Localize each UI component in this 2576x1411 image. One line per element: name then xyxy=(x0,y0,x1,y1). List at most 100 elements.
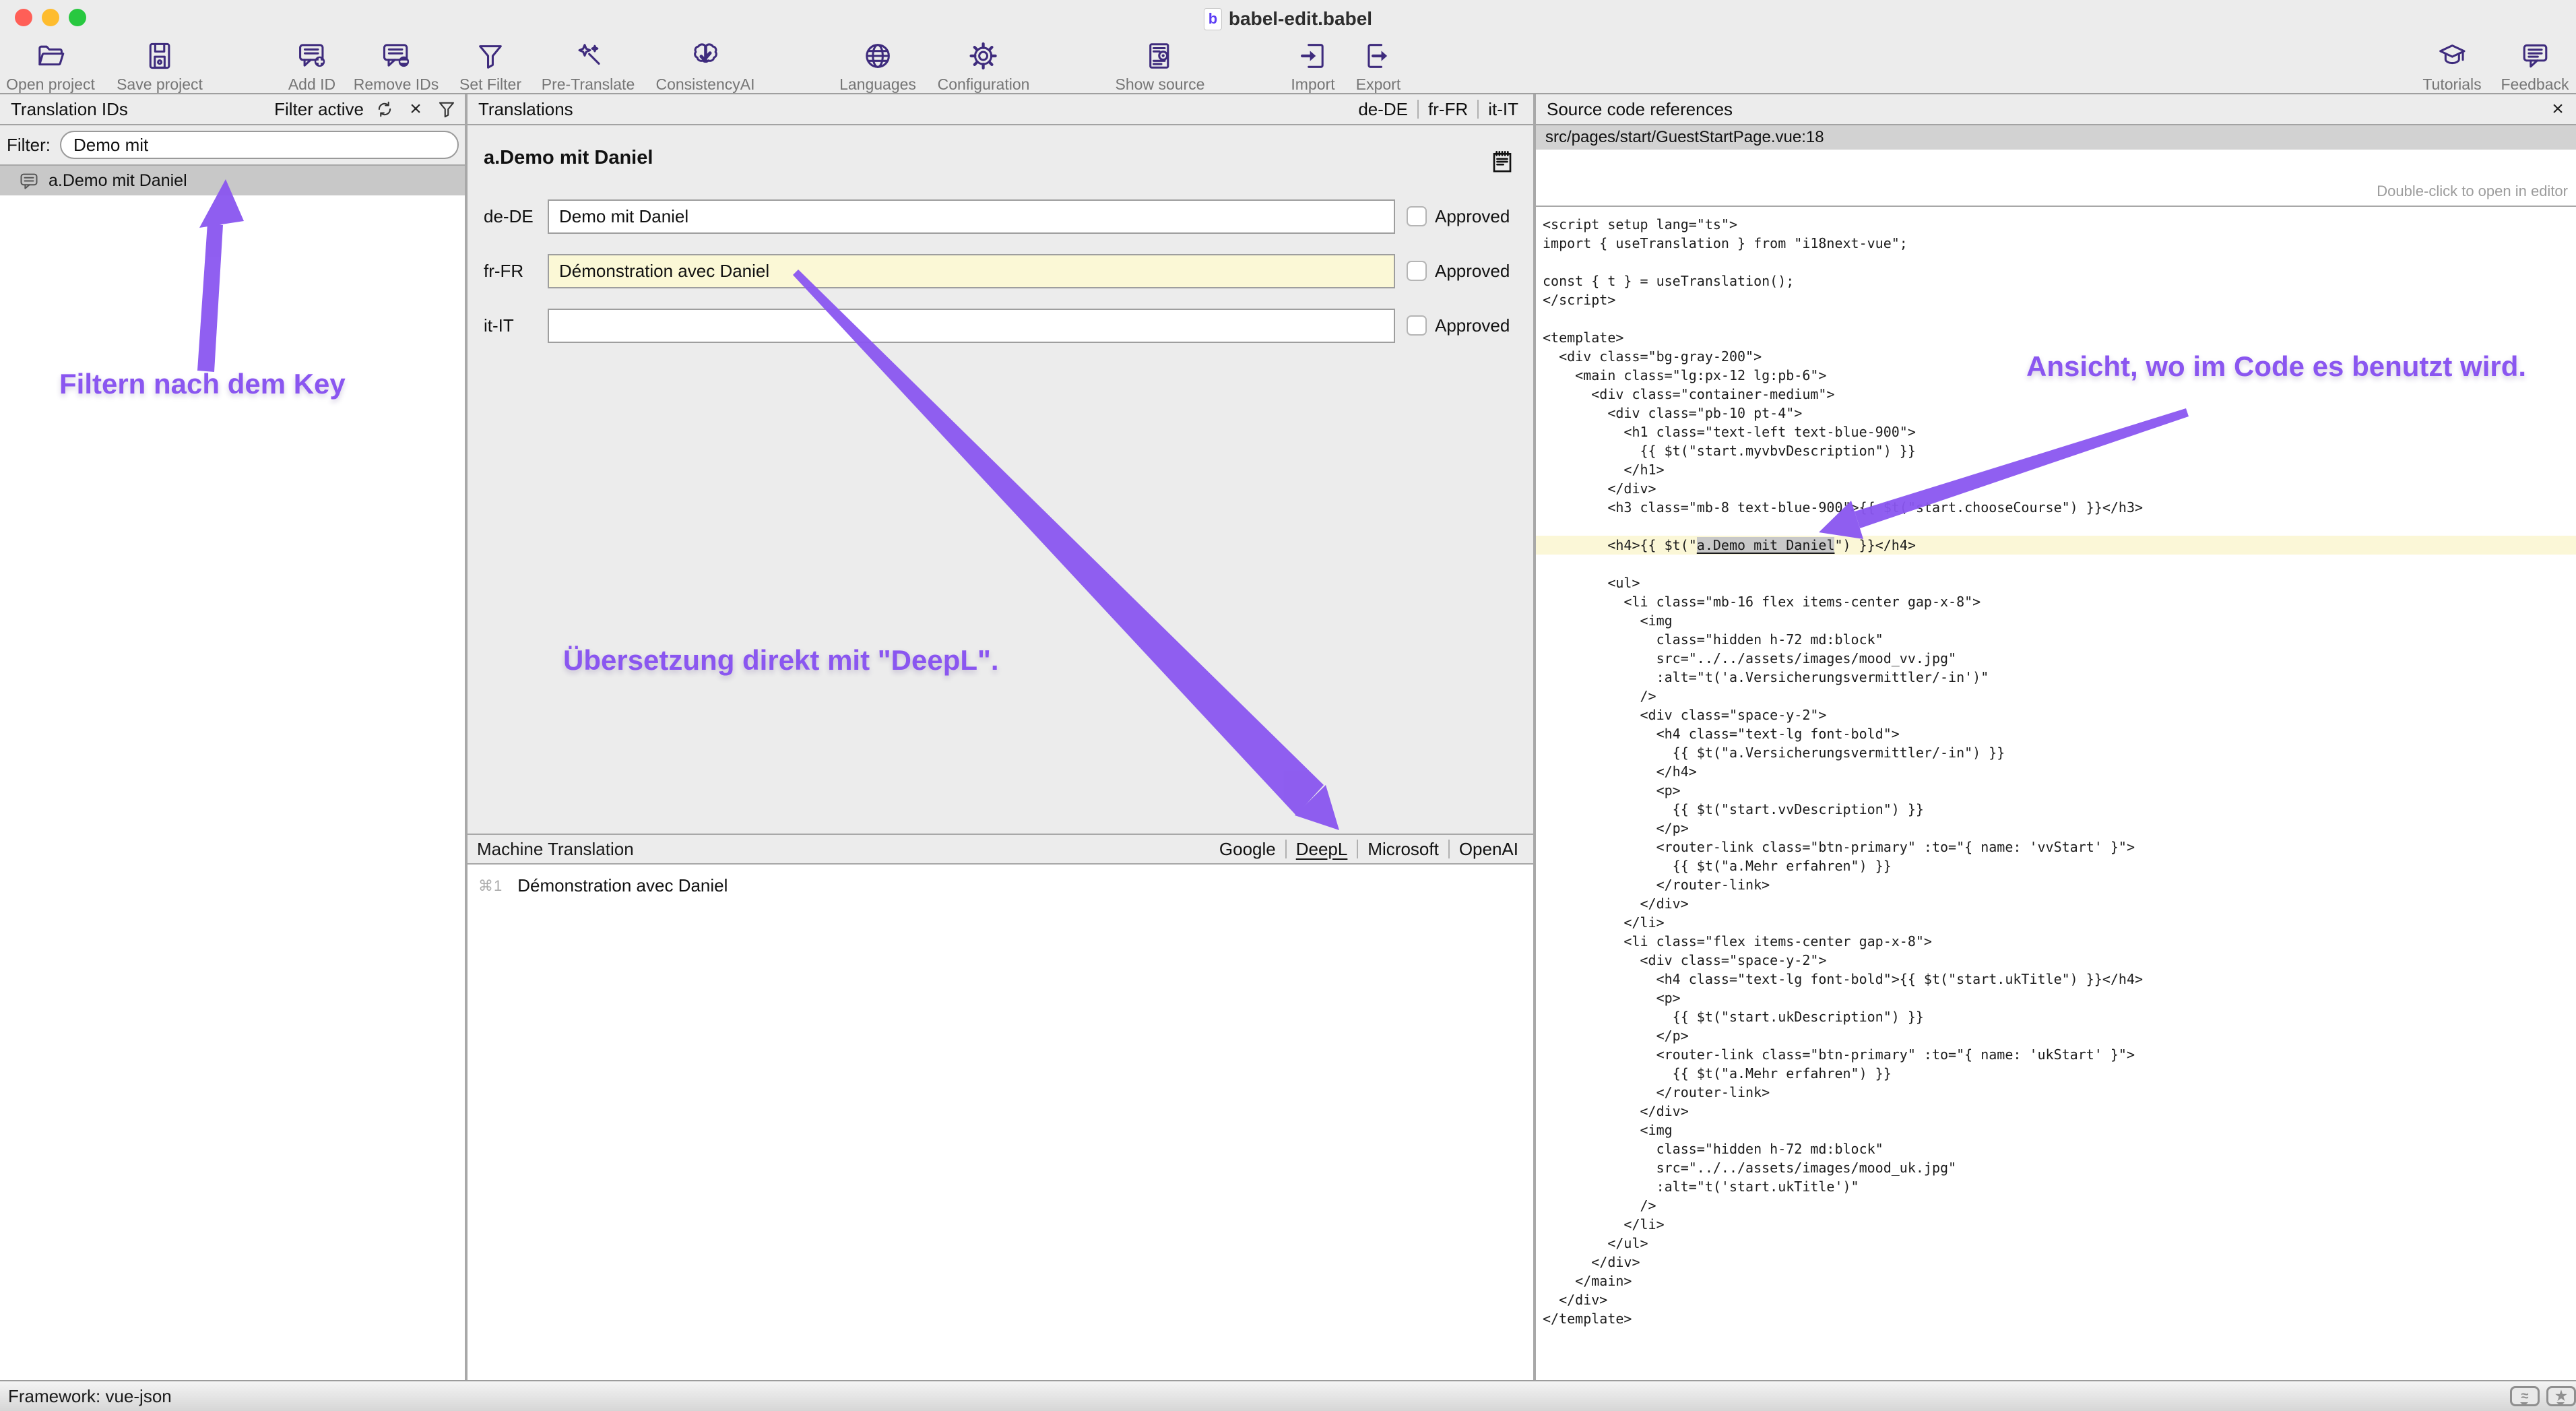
toolbar-button-pre-translate[interactable]: Pre-Translate xyxy=(542,40,635,94)
code-line: <div class="pb-10 pt-4"> xyxy=(1536,404,2576,422)
zoom-window-button[interactable] xyxy=(69,9,86,26)
translation-id-label: a.Demo mit Daniel xyxy=(49,171,187,191)
translation-input-it-it[interactable] xyxy=(548,309,1395,343)
code-line: {{ $t("start.ukDescription") }} xyxy=(1536,1007,2576,1026)
code-line xyxy=(1536,517,2576,536)
language-tab-fr-fr[interactable]: fr-FR xyxy=(1419,99,1477,120)
toolbar-button-label: Pre-Translate xyxy=(542,75,635,94)
toolbar-button-label: Languages xyxy=(839,75,916,94)
code-line: </router-link> xyxy=(1536,875,2576,894)
panel-splitter-right[interactable] xyxy=(1533,94,1536,1380)
toolbar-button-open-project[interactable]: Open project xyxy=(6,40,95,94)
panel-splitter-left[interactable] xyxy=(465,94,468,1380)
mt-suggestion-row[interactable]: ⌘1 Démonstration avec Daniel xyxy=(468,865,1533,896)
clear-filter-icon[interactable]: × xyxy=(406,99,426,119)
provider-tab-google[interactable]: Google xyxy=(1210,839,1285,860)
filter-row: Filter: xyxy=(0,125,465,166)
code-line: </div> xyxy=(1536,1102,2576,1121)
language-label: it-IT xyxy=(484,309,544,343)
code-line: <p> xyxy=(1536,989,2576,1007)
filter-input[interactable] xyxy=(60,131,459,159)
code-line: </p> xyxy=(1536,819,2576,838)
language-tab-de-de[interactable]: de-DE xyxy=(1349,99,1417,120)
code-line: <p> xyxy=(1536,781,2576,800)
toolbar-button-label: Configuration xyxy=(938,75,1030,94)
code-line: /> xyxy=(1536,687,2576,706)
code-line: <ul> xyxy=(1536,573,2576,592)
toolbar-button-add-id[interactable]: Add ID xyxy=(288,40,335,94)
code-line: </main> xyxy=(1536,1272,2576,1290)
status-bar: Framework: vue-json ≈ ★ xyxy=(0,1380,2576,1411)
code-line: <div class="container-medium"> xyxy=(1536,385,2576,404)
translations-title: Translations xyxy=(468,99,573,120)
toolbar-button-configuration[interactable]: Configuration xyxy=(938,40,1030,94)
toolbar-button-tutorials[interactable]: Tutorials xyxy=(2422,40,2481,94)
code-line: </li> xyxy=(1536,1215,2576,1234)
code-line: </div> xyxy=(1536,894,2576,913)
provider-tab-openai[interactable]: OpenAI xyxy=(1450,839,1528,860)
code-line: {{ $t("a.Mehr erfahren") }} xyxy=(1536,1064,2576,1083)
code-line: <div class="space-y-2"> xyxy=(1536,706,2576,724)
titlebar-toolbar: b babel-edit.babel Open projectSave proj… xyxy=(0,0,2576,94)
translations-header: Translations de-DEfr-FRit-IT xyxy=(468,94,1533,125)
toolbar-button-show-source[interactable]: Show source xyxy=(1116,40,1205,94)
toolbar-button-remove-ids[interactable]: Remove IDs xyxy=(354,40,439,94)
annotation-filter-text: Filtern nach dem Key xyxy=(59,368,346,400)
close-window-button[interactable] xyxy=(15,9,32,26)
remove-ids-icon xyxy=(354,40,439,74)
toolbar-button-consistencyai[interactable]: ConsistencyAI xyxy=(655,40,754,94)
wave-badge-icon[interactable]: ≈ xyxy=(2510,1386,2540,1406)
languages-icon xyxy=(839,40,916,74)
translation-input-fr-fr[interactable] xyxy=(548,254,1395,288)
document-icon: b xyxy=(1204,8,1222,30)
filter-funnel-icon[interactable] xyxy=(437,99,457,119)
toolbar-button-export[interactable]: Export xyxy=(1356,40,1400,94)
provider-tabs: GoogleDeepLMicrosoftOpenAI xyxy=(1210,839,1533,860)
source-reference-row[interactable]: src/pages/start/GuestStartPage.vue:18 xyxy=(1536,125,2576,150)
code-line-highlighted: <h4>{{ $t("a.Demo mit Daniel") }}</h4> xyxy=(1536,536,2576,555)
language-tab-it-it[interactable]: it-IT xyxy=(1479,99,1528,120)
save-project-icon xyxy=(117,40,203,74)
code-line: <h4 class="text-lg font-bold">{{ $t("sta… xyxy=(1536,970,2576,989)
approved-checkbox[interactable] xyxy=(1407,315,1427,336)
notepad-icon[interactable] xyxy=(1489,148,1516,175)
toolbar-button-languages[interactable]: Languages xyxy=(839,40,916,94)
refresh-icon[interactable] xyxy=(375,99,395,119)
toolbar-button-import[interactable]: Import xyxy=(1291,40,1334,94)
filter-active-label: Filter active xyxy=(274,99,364,120)
toolbar-button-label: Feedback xyxy=(2501,75,2569,94)
code-line: {{ $t("a.Versicherungsvermittler/-in") }… xyxy=(1536,743,2576,762)
configuration-icon xyxy=(938,40,1030,74)
machine-translation-header: Machine Translation GoogleDeepLMicrosoft… xyxy=(468,834,1533,865)
code-line: src="../../assets/images/mood_vv.jpg" xyxy=(1536,649,2576,668)
toolbar-button-feedback[interactable]: Feedback xyxy=(2501,40,2569,94)
approved-label: Approved xyxy=(1435,254,1510,288)
code-line: const { t } = useTranslation(); xyxy=(1536,272,2576,290)
code-line: src="../../assets/images/mood_uk.jpg" xyxy=(1536,1158,2576,1177)
toolbar-button-label: Open project xyxy=(6,75,95,94)
approved-checkbox[interactable] xyxy=(1407,261,1427,281)
provider-tab-deepl[interactable]: DeepL xyxy=(1287,839,1357,860)
feedback-icon xyxy=(2501,40,2569,74)
highlighted-translation-key: a.Demo mit Daniel xyxy=(1697,537,1835,553)
import-icon xyxy=(1291,40,1334,74)
toolbar-button-set-filter[interactable]: Set Filter xyxy=(459,40,521,94)
toolbar-button-label: Tutorials xyxy=(2422,75,2481,94)
code-line: </script> xyxy=(1536,290,2576,309)
translation-id-item[interactable]: a.Demo mit Daniel xyxy=(0,166,465,195)
code-listing[interactable]: <script setup lang="ts">import { useTran… xyxy=(1536,208,2576,1380)
code-line: <li class="mb-16 flex items-center gap-x… xyxy=(1536,592,2576,611)
star-badge-icon[interactable]: ★ xyxy=(2546,1386,2576,1406)
code-line: </div> xyxy=(1536,1290,2576,1309)
close-panel-icon[interactable]: × xyxy=(2548,99,2568,119)
translation-ids-title: Translation IDs xyxy=(0,99,128,120)
code-line: <li class="flex items-center gap-x-8"> xyxy=(1536,932,2576,951)
minimize-window-button[interactable] xyxy=(42,9,59,26)
toolbar-button-save-project[interactable]: Save project xyxy=(117,40,203,94)
translation-input-de-de[interactable] xyxy=(548,199,1395,234)
approved-checkbox[interactable] xyxy=(1407,206,1427,226)
provider-tab-microsoft[interactable]: Microsoft xyxy=(1358,839,1448,860)
toolbar-button-label: Add ID xyxy=(288,75,335,94)
toolbar-button-label: Set Filter xyxy=(459,75,521,94)
toolbar-button-label: Show source xyxy=(1116,75,1205,94)
